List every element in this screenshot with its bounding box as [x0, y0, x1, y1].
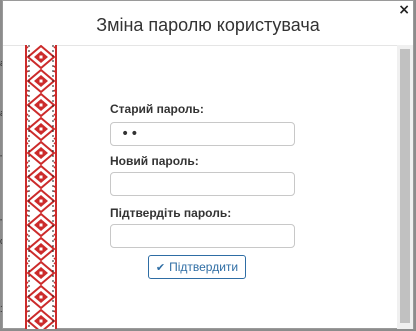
header-divider	[3, 45, 413, 46]
confirm-button-label: Підтвердити	[169, 260, 239, 274]
dialog-scrollbar[interactable]	[397, 45, 413, 329]
new-password-field[interactable]	[110, 172, 295, 196]
old-password-label: Старий пароль:	[110, 102, 204, 116]
confirm-button[interactable]: ✔ Підтвердити	[148, 255, 246, 279]
confirm-password-label: Підтвердіть пароль:	[110, 206, 232, 220]
new-password-label: Новий пароль:	[110, 154, 199, 168]
embroidery-ornament	[25, 45, 57, 329]
change-password-dialog: Зміна паролю користувача × Старий пароль…	[2, 0, 414, 329]
dialog-title: Зміна паролю користувача	[96, 15, 320, 35]
close-icon[interactable]: ×	[398, 3, 410, 17]
scrollbar-thumb[interactable]	[400, 49, 410, 323]
check-icon: ✔	[155, 260, 166, 274]
confirm-password-field[interactable]	[110, 224, 295, 248]
old-password-field[interactable]	[110, 122, 295, 146]
